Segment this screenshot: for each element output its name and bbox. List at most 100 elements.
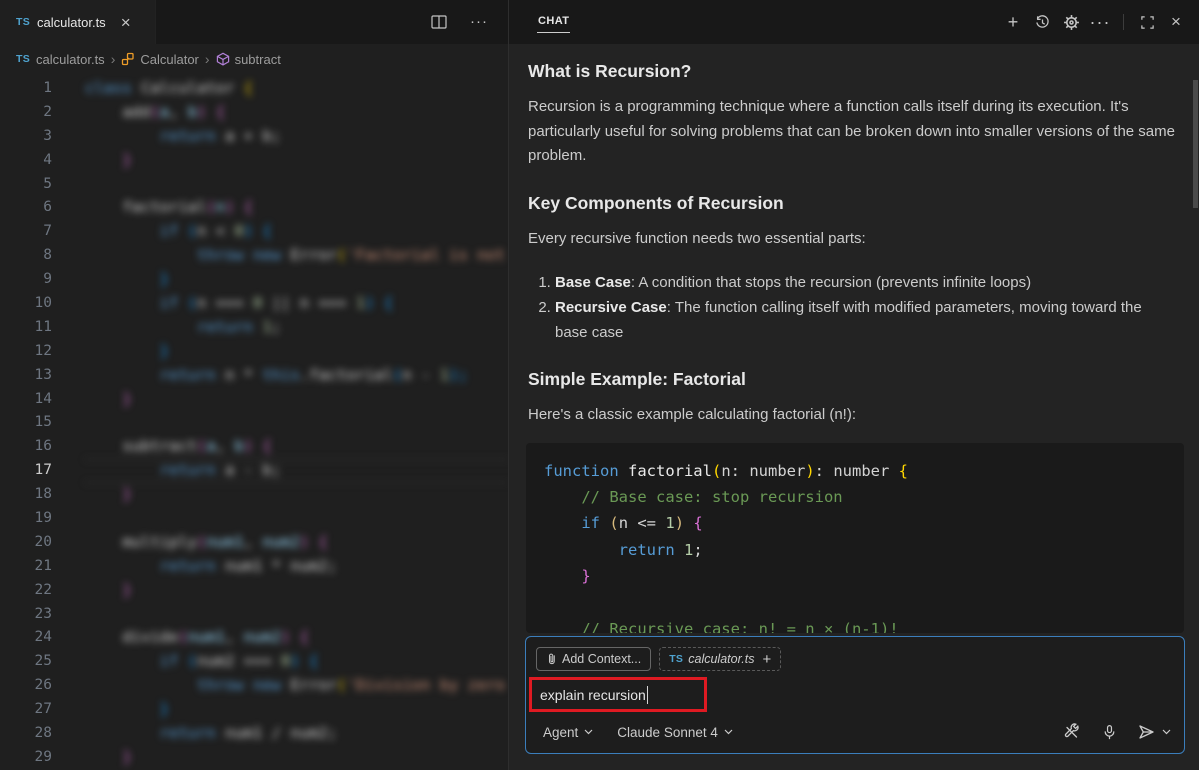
send-options-chevron[interactable]: [1162, 729, 1171, 735]
code-token: num1: [188, 628, 225, 646]
code-token: if: [160, 652, 179, 670]
code-token: (: [393, 366, 402, 384]
split-editor-button[interactable]: [428, 11, 450, 33]
code-line: [85, 603, 508, 627]
code-token: class: [85, 79, 132, 97]
code-token: [85, 366, 160, 384]
line-number: 19: [0, 507, 52, 531]
mode-label: Agent: [543, 725, 578, 740]
line-number: 28: [0, 722, 52, 746]
editor-pane: TS calculator.ts × ··· TS calculator.ts …: [0, 0, 509, 770]
code-line: [544, 589, 1184, 615]
breadcrumb-file[interactable]: calculator.ts: [36, 52, 105, 67]
code-token: (: [188, 222, 197, 240]
history-icon: [1034, 14, 1051, 31]
code-token: factorial: [619, 462, 712, 480]
editor-code[interactable]: class Calculator { add(a, b) { return a …: [52, 74, 508, 770]
add-context-button[interactable]: Add Context...: [536, 647, 651, 671]
code-token: ) {: [244, 437, 272, 455]
code-token: // Recursive case: n! = n × (n-1)!: [544, 620, 899, 633]
chat-code-block: function factorial(n: number): number { …: [526, 443, 1184, 633]
code-line: if (num2 === 0) {: [85, 650, 508, 674]
code-line: [85, 507, 508, 531]
code-token: ,: [225, 628, 244, 646]
history-button[interactable]: [1031, 11, 1053, 33]
chat-list-item: Recursive Case: The function calling its…: [555, 296, 1176, 345]
line-number: 23: [0, 603, 52, 627]
code-line: class Calculator {: [85, 77, 508, 101]
breadcrumb-method-label: subtract: [235, 52, 281, 67]
code-line: }: [85, 340, 508, 364]
split-editor-icon: [431, 15, 447, 29]
code-token: (: [188, 294, 197, 312]
line-number: 2: [0, 101, 52, 125]
code-token: [178, 222, 187, 240]
chat-paragraph: Every recursive function needs two essen…: [528, 227, 1176, 252]
chat-input-text[interactable]: explain recursion: [540, 687, 646, 703]
scrollbar-thumb[interactable]: [1193, 80, 1198, 208]
toolbar-divider: [1123, 14, 1124, 30]
input-action-icons: [1061, 721, 1171, 743]
tools-button[interactable]: [1061, 721, 1083, 743]
code-token: }: [85, 748, 132, 766]
maximize-panel-button[interactable]: [1136, 11, 1158, 33]
context-chip-calculator-ts[interactable]: TS calculator.ts +: [659, 647, 781, 671]
close-panel-button[interactable]: ×: [1165, 11, 1187, 33]
line-number: 6: [0, 196, 52, 220]
code-token: Calculator: [132, 79, 244, 97]
breadcrumb-separator: ›: [111, 51, 116, 67]
code-token: a: [206, 437, 215, 455]
code-token: function: [544, 462, 619, 480]
code-token: [675, 541, 684, 559]
settings-button[interactable]: [1060, 11, 1082, 33]
code-token: return: [160, 461, 216, 479]
line-number: 22: [0, 579, 52, 603]
model-dropdown[interactable]: Claude Sonnet 4: [617, 725, 733, 740]
code-token: a - b;: [216, 461, 281, 479]
code-token: (: [337, 676, 346, 694]
code-token: [85, 294, 160, 312]
code-line: throw new Error('Division by zero: [85, 674, 508, 698]
tools-icon: [1063, 723, 1081, 741]
code-token: b: [234, 437, 243, 455]
code-token: b: [188, 103, 197, 121]
editor-more-actions-button[interactable]: ···: [468, 11, 490, 33]
code-token: subtract: [85, 437, 197, 455]
code-token: {: [244, 79, 253, 97]
code-token: (: [188, 652, 197, 670]
add-icon[interactable]: +: [762, 651, 771, 668]
code-token: [244, 676, 253, 694]
chat-panel-header: CHAT + ···: [509, 0, 1199, 44]
code-line: // Recursive case: n! = n × (n-1)!: [544, 616, 1184, 633]
tab-close-icon[interactable]: ×: [119, 14, 133, 31]
mode-dropdown[interactable]: Agent: [543, 725, 593, 740]
line-number: 27: [0, 698, 52, 722]
code-line: return 1;: [544, 537, 1184, 563]
context-chip-label: calculator.ts: [688, 652, 754, 666]
code-token: ;: [693, 541, 702, 559]
code-token: return: [197, 318, 253, 336]
code-token: Error: [281, 676, 337, 694]
line-number: 5: [0, 173, 52, 197]
breadcrumb-method[interactable]: subtract: [216, 52, 281, 67]
breadcrumb-class[interactable]: Calculator: [121, 52, 199, 67]
code-line: return a + b;: [85, 125, 508, 149]
new-chat-button[interactable]: +: [1002, 11, 1024, 33]
mic-button[interactable]: [1098, 721, 1120, 743]
code-token: divide: [85, 628, 178, 646]
code-line: [85, 411, 508, 435]
code-line: if (n <= 1) {: [544, 510, 1184, 536]
breadcrumb-class-label: Calculator: [140, 52, 199, 67]
chat-panel-title[interactable]: CHAT: [537, 11, 570, 33]
line-number: 24: [0, 626, 52, 650]
code-token: 'Factorial is not d: [346, 246, 508, 264]
code-token: ,: [244, 533, 263, 551]
code-token: {: [693, 514, 702, 532]
tab-calculator-ts[interactable]: TS calculator.ts ×: [0, 0, 156, 44]
chat-more-button[interactable]: ···: [1089, 11, 1111, 33]
send-button[interactable]: [1135, 721, 1157, 743]
code-token: if: [581, 514, 600, 532]
code-line: }: [544, 563, 1184, 589]
line-number: 10: [0, 292, 52, 316]
code-token: if: [160, 222, 179, 240]
